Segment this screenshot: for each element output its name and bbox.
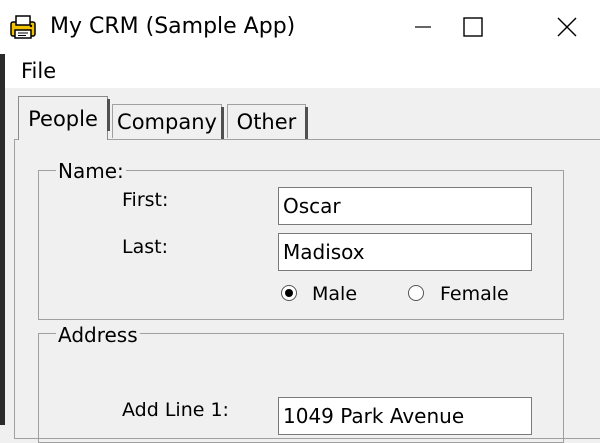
- window-title: My CRM (Sample App): [50, 14, 296, 39]
- minimize-button[interactable]: [400, 0, 446, 54]
- tab-company[interactable]: Company: [112, 104, 224, 139]
- tab-other[interactable]: Other: [227, 104, 308, 139]
- menu-bar: File: [5, 54, 600, 88]
- male-radio-label[interactable]: Male: [312, 282, 357, 306]
- name-group-legend: Name:: [56, 159, 126, 183]
- maximize-button[interactable]: [450, 0, 496, 54]
- background-window-edge: [0, 54, 5, 425]
- female-radio-label[interactable]: Female: [440, 282, 509, 306]
- address-group-legend: Address: [56, 323, 140, 347]
- first-name-input[interactable]: [278, 187, 532, 225]
- first-name-label: First:: [122, 189, 169, 211]
- address-line1-input[interactable]: [278, 397, 532, 435]
- tab-people[interactable]: People: [18, 96, 110, 140]
- address-line1-label: Add Line 1:: [122, 399, 229, 421]
- minimize-icon: [415, 26, 431, 28]
- title-bar[interactable]: My CRM (Sample App): [0, 0, 600, 54]
- maximize-icon: [463, 17, 483, 37]
- printer-app-icon[interactable]: [9, 13, 37, 41]
- female-radio[interactable]: [408, 285, 424, 301]
- last-name-label: Last:: [122, 236, 168, 258]
- last-name-input[interactable]: [278, 233, 532, 271]
- close-icon: [557, 17, 577, 37]
- close-button[interactable]: [544, 0, 590, 54]
- menu-file[interactable]: File: [19, 58, 58, 84]
- male-radio[interactable]: [281, 285, 297, 301]
